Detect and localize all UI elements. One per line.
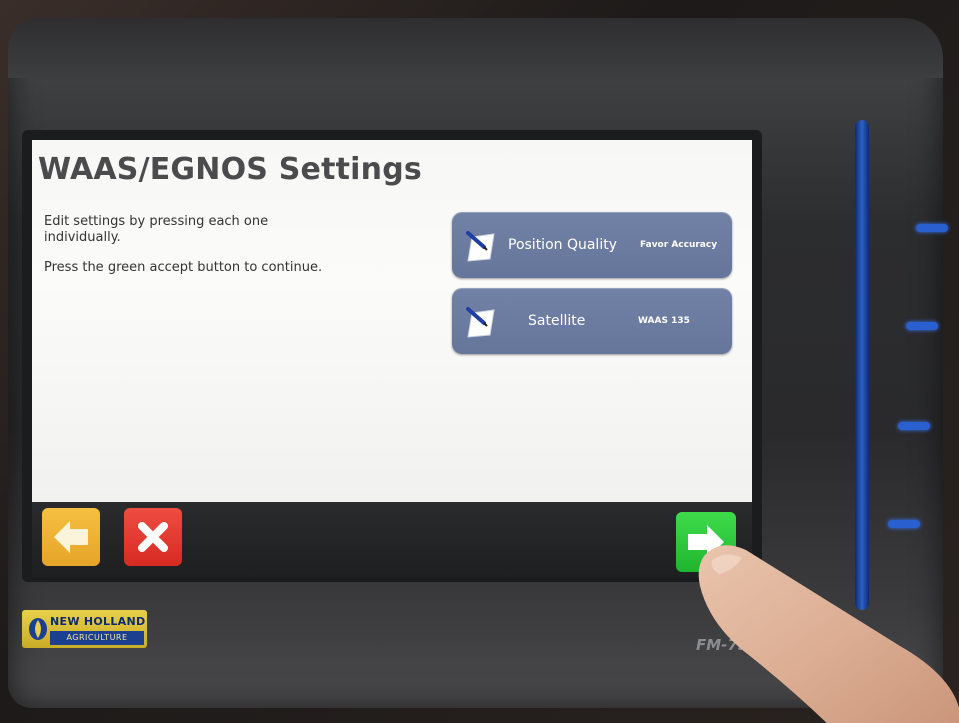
position-quality-button[interactable]: Position Quality Favor Accuracy [452, 212, 732, 278]
bezel-blue-light [898, 422, 930, 430]
device-bezel-top [8, 18, 943, 78]
bezel-blue-light [916, 224, 948, 232]
setting-value: Favor Accuracy [640, 240, 718, 250]
instruction-line: Edit settings by pressing each one indiv… [44, 214, 269, 245]
left-arrow-icon [54, 521, 88, 553]
brand-logo: NEW HOLLAND AGRICULTURE [22, 610, 147, 648]
satellite-button[interactable]: Satellite WAAS 135 [452, 288, 732, 354]
model-label: FM-750 [696, 636, 759, 654]
brand-name: NEW HOLLAND [50, 615, 146, 628]
setting-label: Satellite [528, 313, 586, 329]
right-arrow-icon [688, 525, 724, 559]
pencil-paper-icon [466, 231, 495, 262]
leaf-emblem-icon [29, 618, 47, 640]
cancel-button[interactable] [124, 508, 182, 566]
setting-value: WAAS 135 [638, 316, 690, 326]
bezel-blue-light [888, 520, 920, 528]
close-x-icon [138, 522, 168, 552]
pencil-paper-icon [466, 307, 495, 338]
back-button[interactable] [42, 508, 100, 566]
setting-label: Position Quality [508, 237, 617, 253]
bezel-blue-strip [855, 120, 869, 610]
brand-subtitle: AGRICULTURE [50, 631, 144, 645]
instructions-text: Edit settings by pressing each one indiv… [44, 214, 344, 290]
instruction-line: Press the green accept button to continu… [44, 260, 323, 275]
display-screen: WAAS/EGNOS Settings Edit settings by pre… [32, 140, 752, 502]
device-photo: WAAS/EGNOS Settings Edit settings by pre… [0, 0, 959, 723]
page-title: WAAS/EGNOS Settings [38, 152, 422, 187]
accept-button[interactable] [676, 512, 736, 572]
bezel-blue-light [906, 322, 938, 330]
